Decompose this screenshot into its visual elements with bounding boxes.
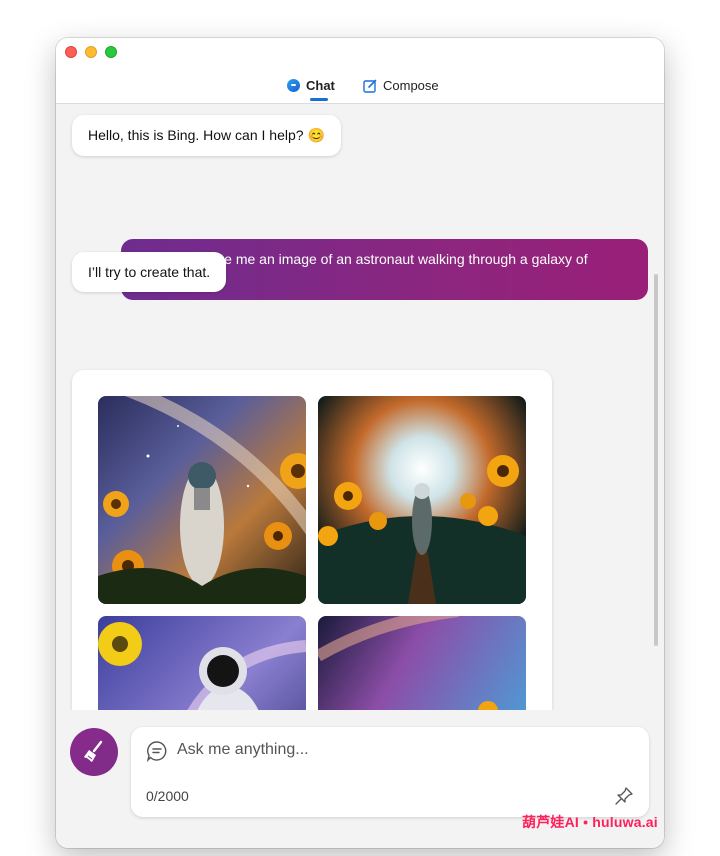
bot-greeting-text: Hello, this is Bing. How can I help? 😊 bbox=[88, 127, 325, 143]
tab-compose-label: Compose bbox=[383, 78, 439, 93]
chat-input-box: 0/2000 bbox=[131, 727, 649, 817]
compose-icon bbox=[363, 79, 377, 93]
active-tab-indicator bbox=[310, 98, 328, 101]
tab-chat[interactable]: Chat bbox=[287, 78, 335, 93]
generated-image-3[interactable] bbox=[98, 616, 306, 710]
app-window: Chat Compose Hello, this is Bing. How ca… bbox=[56, 38, 664, 848]
maximize-window-button[interactable] bbox=[105, 46, 117, 58]
bot-reply-message: I’ll try to create that. bbox=[72, 252, 227, 292]
generated-image-4[interactable] bbox=[318, 616, 526, 710]
bot-greeting-message: Hello, this is Bing. How can I help? 😊 bbox=[72, 115, 341, 156]
chat-conversation[interactable]: Hello, this is Bing. How can I help? 😊 C… bbox=[56, 104, 664, 710]
minimize-window-button[interactable] bbox=[85, 46, 97, 58]
title-bar: Chat Compose bbox=[56, 38, 664, 104]
chat-bubble-icon bbox=[146, 741, 167, 762]
chat-scrollbar[interactable] bbox=[654, 274, 658, 646]
ask-input[interactable] bbox=[177, 737, 617, 763]
character-count: 0/2000 bbox=[146, 788, 189, 804]
bing-chat-icon bbox=[287, 79, 300, 92]
tab-chat-label: Chat bbox=[306, 78, 335, 93]
watermark: 葫芦娃AI • huluwa.ai bbox=[522, 814, 658, 830]
generated-image-1[interactable] bbox=[98, 396, 306, 604]
generated-image-2[interactable] bbox=[318, 396, 526, 604]
tab-compose[interactable]: Compose bbox=[363, 78, 439, 93]
generated-images-card bbox=[72, 370, 552, 710]
close-window-button[interactable] bbox=[65, 46, 77, 58]
broom-icon bbox=[84, 740, 103, 762]
bot-reply-text: I’ll try to create that. bbox=[88, 264, 211, 280]
new-topic-button[interactable] bbox=[70, 728, 118, 776]
pin-icon[interactable] bbox=[614, 786, 634, 806]
